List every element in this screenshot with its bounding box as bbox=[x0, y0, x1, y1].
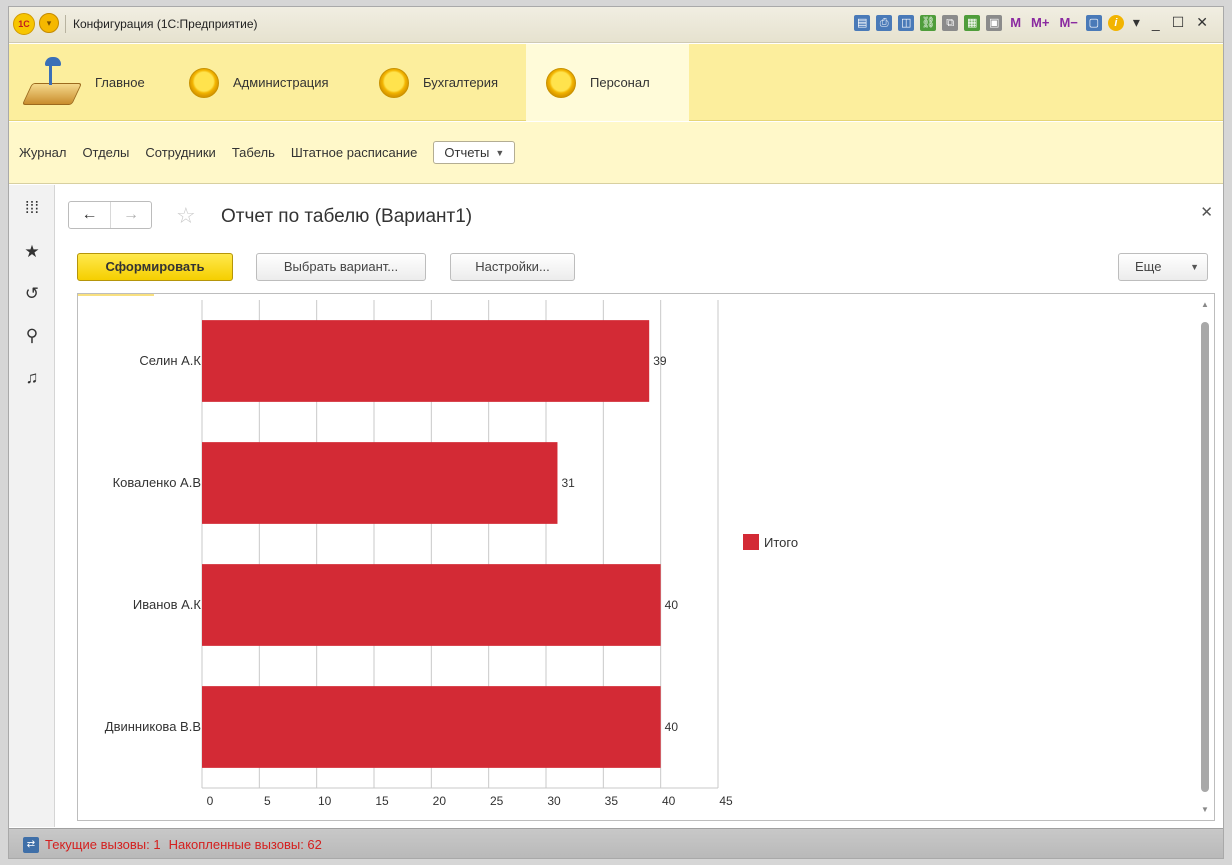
chevron-down-icon: ▼ bbox=[1190, 262, 1199, 272]
bar-chart: 0 5 10 15 20 25 30 35 40 45 Селин А.К 39 Коваленко А… bbox=[78, 294, 798, 808]
calculator-icon[interactable]: ▦ bbox=[964, 14, 981, 31]
navigation-buttons: ← → bbox=[68, 201, 152, 229]
report-form: ← → ☆ Отчет по табелю (Вариант1) ✕ Сформ… bbox=[56, 185, 1223, 827]
data-label: 40 bbox=[665, 598, 679, 612]
section-circle-icon bbox=[189, 67, 219, 98]
desk-lamp-icon bbox=[21, 55, 83, 111]
save-icon[interactable]: ▤ bbox=[854, 14, 871, 31]
scroll-thumb[interactable] bbox=[1201, 322, 1209, 792]
favorite-star-icon[interactable]: ☆ bbox=[176, 203, 196, 229]
search-icon[interactable]: ⚲ bbox=[21, 325, 43, 347]
func-link-departments[interactable]: Отделы bbox=[82, 145, 129, 160]
section-circle-icon bbox=[546, 67, 576, 98]
close-window-icon[interactable]: ✕ bbox=[1193, 14, 1211, 31]
bar bbox=[202, 564, 661, 646]
section-administration[interactable]: Администрация bbox=[189, 44, 364, 121]
data-label: 31 bbox=[561, 476, 575, 490]
section-personnel[interactable]: Персонал bbox=[526, 44, 689, 121]
forward-arrow-icon[interactable]: → bbox=[109, 202, 151, 228]
panels-icon[interactable]: ▢ bbox=[1085, 14, 1102, 31]
memory-plus-button[interactable]: M+ bbox=[1029, 15, 1051, 30]
notifications-bell-icon[interactable]: ♫ bbox=[21, 367, 43, 389]
data-label: 39 bbox=[653, 354, 667, 368]
section-label: Администрация bbox=[233, 75, 329, 90]
favorites-star-icon[interactable]: ★ bbox=[21, 241, 43, 263]
print-icon[interactable]: ⎙ bbox=[876, 14, 893, 31]
section-label: Бухгалтерия bbox=[423, 75, 499, 90]
preview-icon[interactable]: ◫ bbox=[898, 14, 915, 31]
section-main[interactable]: Главное bbox=[21, 44, 173, 121]
more-button[interactable]: Еще ▼ bbox=[1118, 253, 1208, 281]
copy-link-icon[interactable]: ⧉ bbox=[942, 14, 959, 31]
app-window: 1С ▾ Конфигурация (1С:Предприятие) ▤ ⎙ ◫… bbox=[8, 6, 1224, 859]
left-toolbar: ⁞⁞⁞ ★ ↺ ⚲ ♫ bbox=[9, 185, 55, 827]
x-tick-label: 35 bbox=[605, 794, 619, 808]
reports-dropdown[interactable]: Отчеты ▼ bbox=[433, 141, 516, 164]
func-link-staff-schedule[interactable]: Штатное расписание bbox=[291, 145, 418, 160]
grid-menu-icon[interactable]: ⁞⁞⁞ bbox=[21, 197, 43, 219]
window-title: Конфигурация (1С:Предприятие) bbox=[73, 17, 258, 31]
title-bar: 1С ▾ Конфигурация (1С:Предприятие) ▤ ⎙ ◫… bbox=[9, 7, 1223, 43]
vertical-scrollbar[interactable]: ▲ ▼ bbox=[1196, 294, 1214, 820]
close-icon[interactable]: ✕ bbox=[1200, 203, 1213, 221]
category-label: Иванов А.К bbox=[133, 597, 202, 612]
func-link-timesheet[interactable]: Табель bbox=[232, 145, 275, 160]
accumulated-calls-text: Накопленные вызовы: 62 bbox=[168, 837, 322, 852]
more-button-label: Еще bbox=[1135, 259, 1162, 274]
1c-logo-icon[interactable]: 1С bbox=[13, 13, 35, 35]
reports-dropdown-label: Отчеты bbox=[444, 145, 490, 160]
category-label: Селин А.К bbox=[139, 353, 201, 368]
status-bar: ⇄ Текущие вызовы: 1 Накопленные вызовы: … bbox=[9, 828, 1223, 858]
legend-label: Итого bbox=[764, 535, 798, 550]
section-label: Персонал bbox=[590, 75, 650, 90]
bar bbox=[202, 686, 661, 768]
main-menu-icon[interactable]: ▾ bbox=[39, 13, 59, 33]
page-title: Отчет по табелю (Вариант1) bbox=[221, 206, 473, 227]
back-arrow-icon[interactable]: ← bbox=[69, 202, 110, 228]
x-tick-label: 45 bbox=[719, 794, 733, 808]
x-tick-label: 15 bbox=[375, 794, 389, 808]
memory-m-button[interactable]: M bbox=[1008, 15, 1023, 30]
section-circle-icon bbox=[379, 67, 409, 98]
legend-swatch bbox=[743, 534, 759, 550]
maximize-icon[interactable]: ☐ bbox=[1169, 14, 1188, 31]
report-result-area[interactable]: 0 5 10 15 20 25 30 35 40 45 Селин А.К 39 Коваленко А… bbox=[77, 293, 1215, 821]
server-calls-icon[interactable]: ⇄ bbox=[23, 836, 39, 853]
section-accounting[interactable]: Бухгалтерия bbox=[379, 44, 529, 121]
data-label: 40 bbox=[665, 720, 679, 734]
chevron-down-icon: ▼ bbox=[495, 147, 505, 158]
minimize-icon[interactable]: _ bbox=[1149, 15, 1163, 31]
link-icon[interactable]: ⛓ bbox=[920, 14, 937, 31]
section-label: Главное bbox=[95, 75, 145, 90]
choose-variant-button[interactable]: Выбрать вариант... bbox=[256, 253, 426, 281]
memory-minus-button[interactable]: M− bbox=[1057, 15, 1079, 30]
bar bbox=[202, 442, 558, 524]
calendar-icon[interactable]: ▣ bbox=[986, 14, 1003, 31]
x-tick-label: 25 bbox=[490, 794, 504, 808]
info-icon[interactable]: i bbox=[1107, 14, 1124, 31]
generate-button[interactable]: Сформировать bbox=[77, 253, 233, 281]
category-label: Коваленко А.В bbox=[113, 475, 201, 490]
func-link-employees[interactable]: Сотрудники bbox=[145, 145, 215, 160]
x-tick-label: 40 bbox=[662, 794, 676, 808]
x-tick-label: 20 bbox=[433, 794, 447, 808]
title-toolbar: ▤ ⎙ ◫ ⛓ ⧉ ▦ ▣ M M+ M− ▢ i ▾ _ ☐ ✕ bbox=[854, 14, 1211, 31]
x-tick-label: 10 bbox=[318, 794, 332, 808]
sections-panel: Главное Администрация Бухгалтерия Персон… bbox=[9, 44, 1223, 121]
info-dropdown-icon[interactable]: ▾ bbox=[1130, 14, 1143, 31]
current-calls-text: Текущие вызовы: 1 bbox=[45, 837, 161, 852]
function-panel: Журнал Отделы Сотрудники Табель Штатное … bbox=[9, 122, 1223, 184]
settings-button[interactable]: Настройки... bbox=[450, 253, 575, 281]
x-tick-label: 0 bbox=[207, 794, 214, 808]
history-icon[interactable]: ↺ bbox=[21, 283, 43, 305]
x-tick-label: 30 bbox=[547, 794, 561, 808]
title-separator bbox=[65, 15, 66, 33]
category-label: Двинникова В.В bbox=[105, 719, 201, 734]
scroll-up-icon[interactable]: ▲ bbox=[1201, 300, 1209, 309]
x-tick-label: 5 bbox=[264, 794, 271, 808]
scroll-down-icon[interactable]: ▼ bbox=[1201, 805, 1209, 814]
func-link-journal[interactable]: Журнал bbox=[19, 145, 66, 160]
bar bbox=[202, 320, 650, 402]
